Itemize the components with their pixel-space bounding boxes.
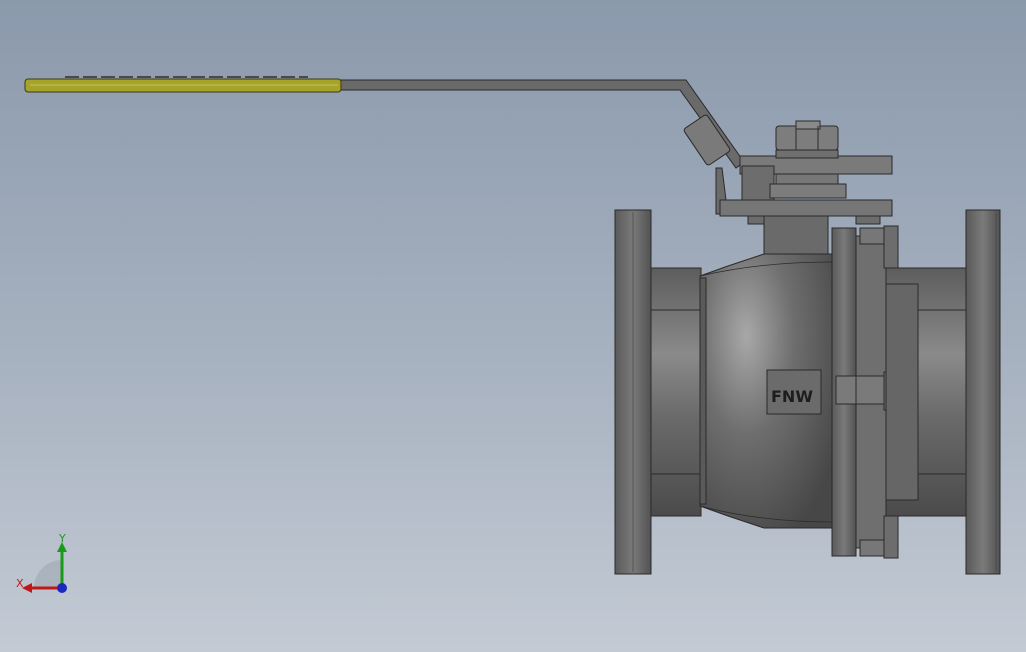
lever-handle[interactable] (24, 76, 745, 215)
y-axis-label: Y (58, 532, 66, 545)
ball-valve-model[interactable]: FNW (0, 0, 1026, 652)
graphics-viewport[interactable]: FNW X Y (0, 0, 1026, 652)
z-axis-dot (57, 583, 67, 593)
x-axis-label: X (16, 577, 24, 590)
logo-plate: FNW (766, 369, 822, 415)
left-neck[interactable] (650, 267, 702, 517)
right-neck[interactable] (885, 267, 967, 517)
axis-triad: X Y (16, 532, 67, 593)
right-flange[interactable] (965, 209, 1001, 575)
logo-text: FNW (771, 387, 813, 406)
left-flange[interactable] (614, 209, 652, 575)
